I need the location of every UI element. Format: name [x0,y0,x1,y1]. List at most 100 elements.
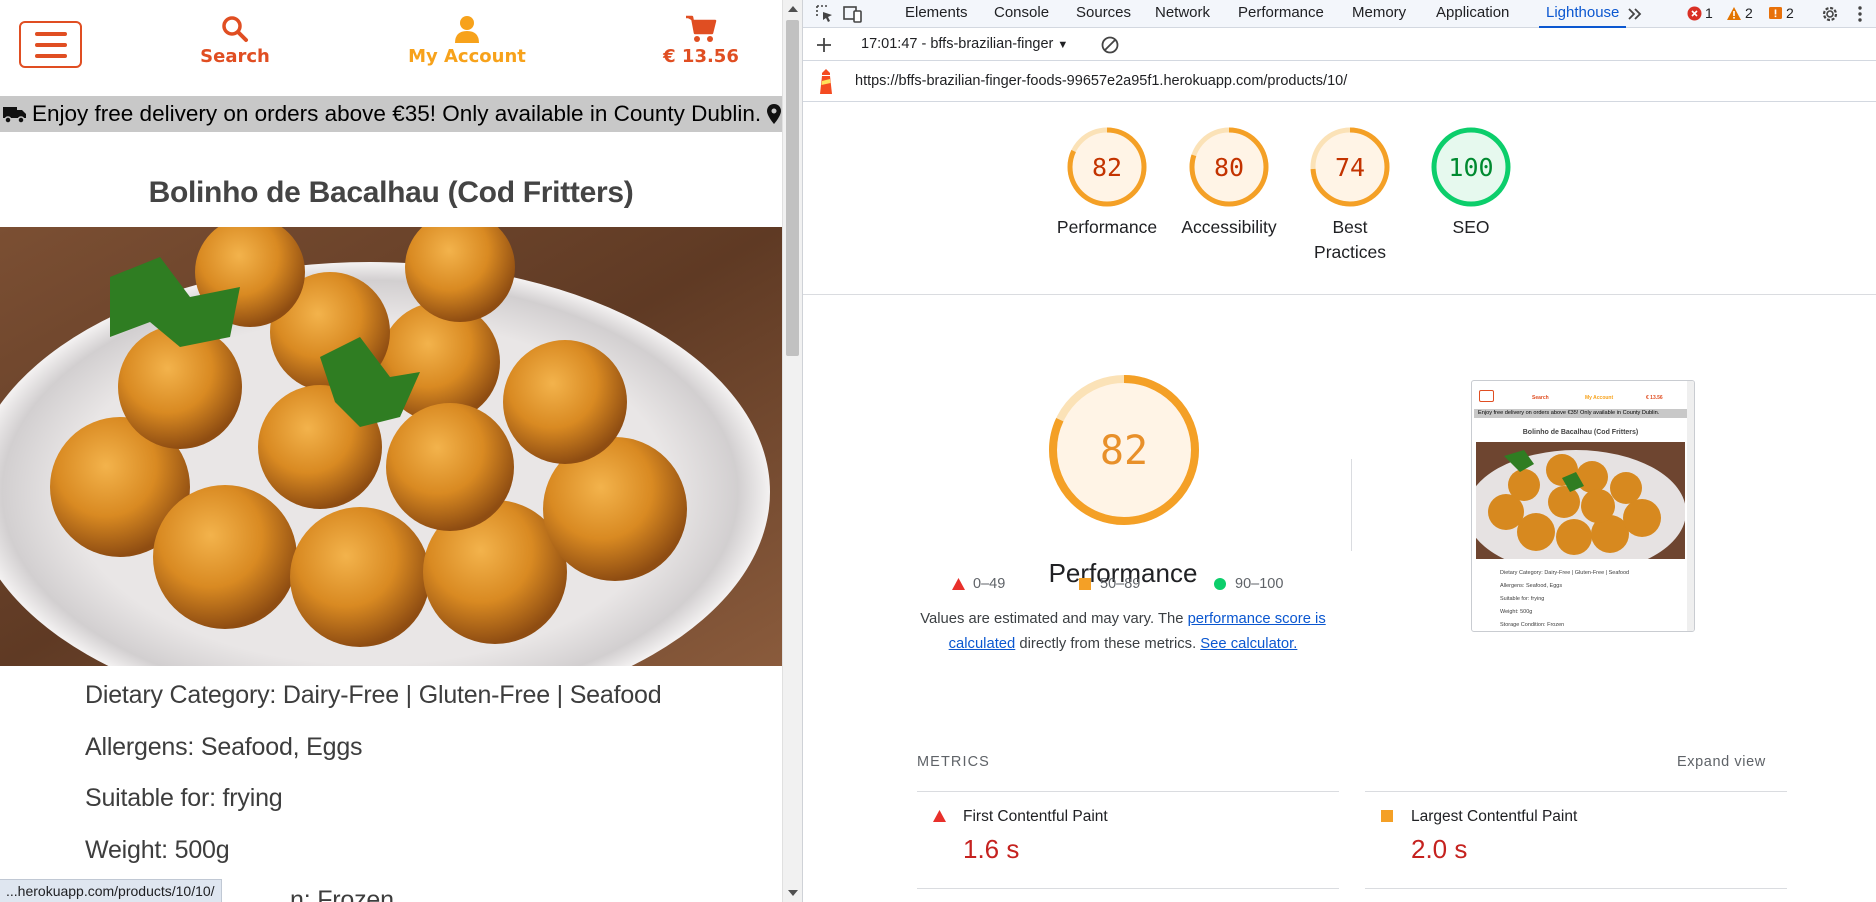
tab-lighthouse[interactable]: Lighthouse [1539,0,1627,28]
select-element-icon[interactable] [815,4,835,24]
nav-search-link[interactable]: Search [170,14,300,67]
nav-account-label: My Account [408,46,526,67]
gauge-ring: 74 [1310,127,1390,207]
hamburger-menu-icon[interactable] [19,21,82,68]
metric-value: 2.0 s [1411,834,1468,864]
scroll-thumb[interactable] [786,20,799,356]
gauge-label: Best Practices [1314,217,1386,262]
report-session-select[interactable]: 17:01:47 - bffs-brazilian-finger ▼ [861,36,1068,52]
tab-application[interactable]: Application [1436,0,1509,28]
metrics-divider [917,888,1339,889]
link-status-bar: ...herokuapp.com/products/10/10/ [0,879,222,902]
metrics-divider-left [917,791,1339,792]
map-pin-icon [767,104,782,124]
nav-search-label: Search [200,46,270,67]
warning-icon [1727,6,1741,20]
thumbnail-line: Weight: 500g [1500,609,1533,615]
nav-account-link[interactable]: My Account [402,14,532,67]
truck-icon [3,107,26,124]
tab-network[interactable]: Network [1155,0,1210,28]
gauge-label: SEO [1452,217,1490,237]
scroll-up-arrow-icon[interactable] [788,6,798,12]
metric-largest-contentful-paint: Largest Contentful Paint 2.0 s [1381,808,1577,865]
product-image [0,227,782,666]
thumbnail-line: Suitable for: frying [1500,596,1545,602]
score-gauge-accessibility[interactable]: 80 Accessibility [1169,125,1289,240]
error-icon [1687,6,1702,20]
devtools-tab-bar: Elements Console Sources Network Perform… [803,0,1876,28]
product-storage: n: Frozen [290,886,394,902]
metric-name: Largest Contentful Paint [1411,808,1578,825]
see-calculator-link[interactable]: See calculator. [1200,636,1297,652]
square-average-icon [1079,578,1091,590]
legend-fail-label: 0–49 [973,576,1006,592]
score-gauge-best-practices[interactable]: 74 Best Practices [1290,125,1410,265]
delivery-banner-text: Enjoy free delivery on orders above €35!… [32,101,762,126]
cart-total: € 13.56 [663,46,739,67]
triangle-fail-icon [933,810,946,822]
metric-first-contentful-paint: First Contentful Paint 1.6 s [933,808,1108,865]
gauge-score: 82 [1092,153,1122,182]
thumbnail-line: Storage Condition: Frozen [1500,622,1565,628]
web-page-viewport: Search My Account € 13.56 Enjoy free del… [0,0,782,902]
info-count-value: 2 [1786,5,1794,21]
section-divider [803,294,1876,295]
tab-memory[interactable]: Memory [1352,0,1406,28]
scroll-down-arrow-icon[interactable] [788,890,798,896]
tab-console[interactable]: Console [994,0,1049,28]
thumbnail-line: Dietary Category: Dairy-Free | Gluten-Fr… [1500,570,1630,576]
description-text: Values are estimated and may vary. The [920,611,1188,627]
thumbnail-banner: Enjoy free delivery on orders above €35!… [1474,409,1687,418]
lighthouse-report: 82 Performance 80 Accessibility 74 Best … [803,103,1876,902]
gauge-ring: 82 [1067,127,1147,207]
nav-cart-link[interactable]: € 13.56 [636,14,766,67]
thumbnail-nav-account: My Account [1585,395,1614,401]
performance-description: Values are estimated and may vary. The p… [918,607,1328,657]
product-weight: Weight: 500g [85,836,230,864]
legend-average-label: 50–89 [1100,576,1141,592]
delivery-banner: Enjoy free delivery on orders above €35!… [0,96,782,132]
legend-fail: 0–49 [952,576,1005,592]
thumbnail-nav-search: Search [1532,395,1549,401]
gauge-score: 74 [1335,153,1365,182]
metrics-divider [1365,888,1787,889]
add-icon[interactable] [815,36,833,54]
info-count[interactable]: 2 [1768,5,1794,21]
gauge-ring: 100 [1431,127,1511,207]
expand-view-toggle[interactable]: Expand view [1677,754,1766,770]
legend-average: 50–89 [1079,576,1140,592]
thumbnail-line: Allergens: Seafood, Eggs [1500,583,1563,589]
tab-elements[interactable]: Elements [905,0,968,28]
user-icon [455,16,479,43]
tab-performance[interactable]: Performance [1238,0,1324,28]
warning-count[interactable]: 2 [1726,5,1753,21]
vertical-divider [1351,459,1352,551]
performance-gauge-large: 82 [1049,375,1199,525]
gauge-score: 80 [1214,153,1244,182]
metrics-heading: METRICS [917,754,990,770]
kebab-menu-icon[interactable] [1850,4,1870,24]
clear-icon[interactable] [1100,35,1120,55]
report-url[interactable]: https://bffs-brazilian-finger-foods-9965… [855,73,1347,89]
product-dietary: Dietary Category: Dairy-Free | Gluten-Fr… [85,681,662,709]
dropdown-caret-icon: ▼ [1057,39,1069,51]
gauge-label: Performance [1056,217,1158,237]
thumbnail-product-image [1476,442,1685,559]
score-gauge-seo[interactable]: 100 SEO [1411,125,1531,240]
metrics-divider-right [1365,791,1787,792]
report-session-label: 17:01:47 - bffs-brazilian-finger [861,36,1054,52]
settings-gear-icon[interactable] [1820,4,1840,24]
circle-pass-icon [1214,578,1226,590]
tab-sources[interactable]: Sources [1076,0,1131,28]
legend-pass-label: 90–100 [1235,576,1284,592]
score-gauge-performance[interactable]: 82 Performance [1047,125,1167,240]
device-toolbar-icon[interactable] [843,4,863,24]
error-count[interactable]: 1 [1687,5,1713,21]
more-tabs-icon[interactable] [1625,4,1645,24]
final-screenshot-thumbnail[interactable]: Search My Account € 13.56 Enjoy free del… [1471,380,1695,632]
product-suitable: Suitable for: frying [85,784,283,812]
page-scrollbar[interactable] [782,0,802,902]
triangle-fail-icon [952,578,965,590]
gauge-label: Accessibility [1181,217,1277,237]
thumbnail-title: Bolinho de Bacalhau (Cod Fritters) [1522,429,1639,436]
